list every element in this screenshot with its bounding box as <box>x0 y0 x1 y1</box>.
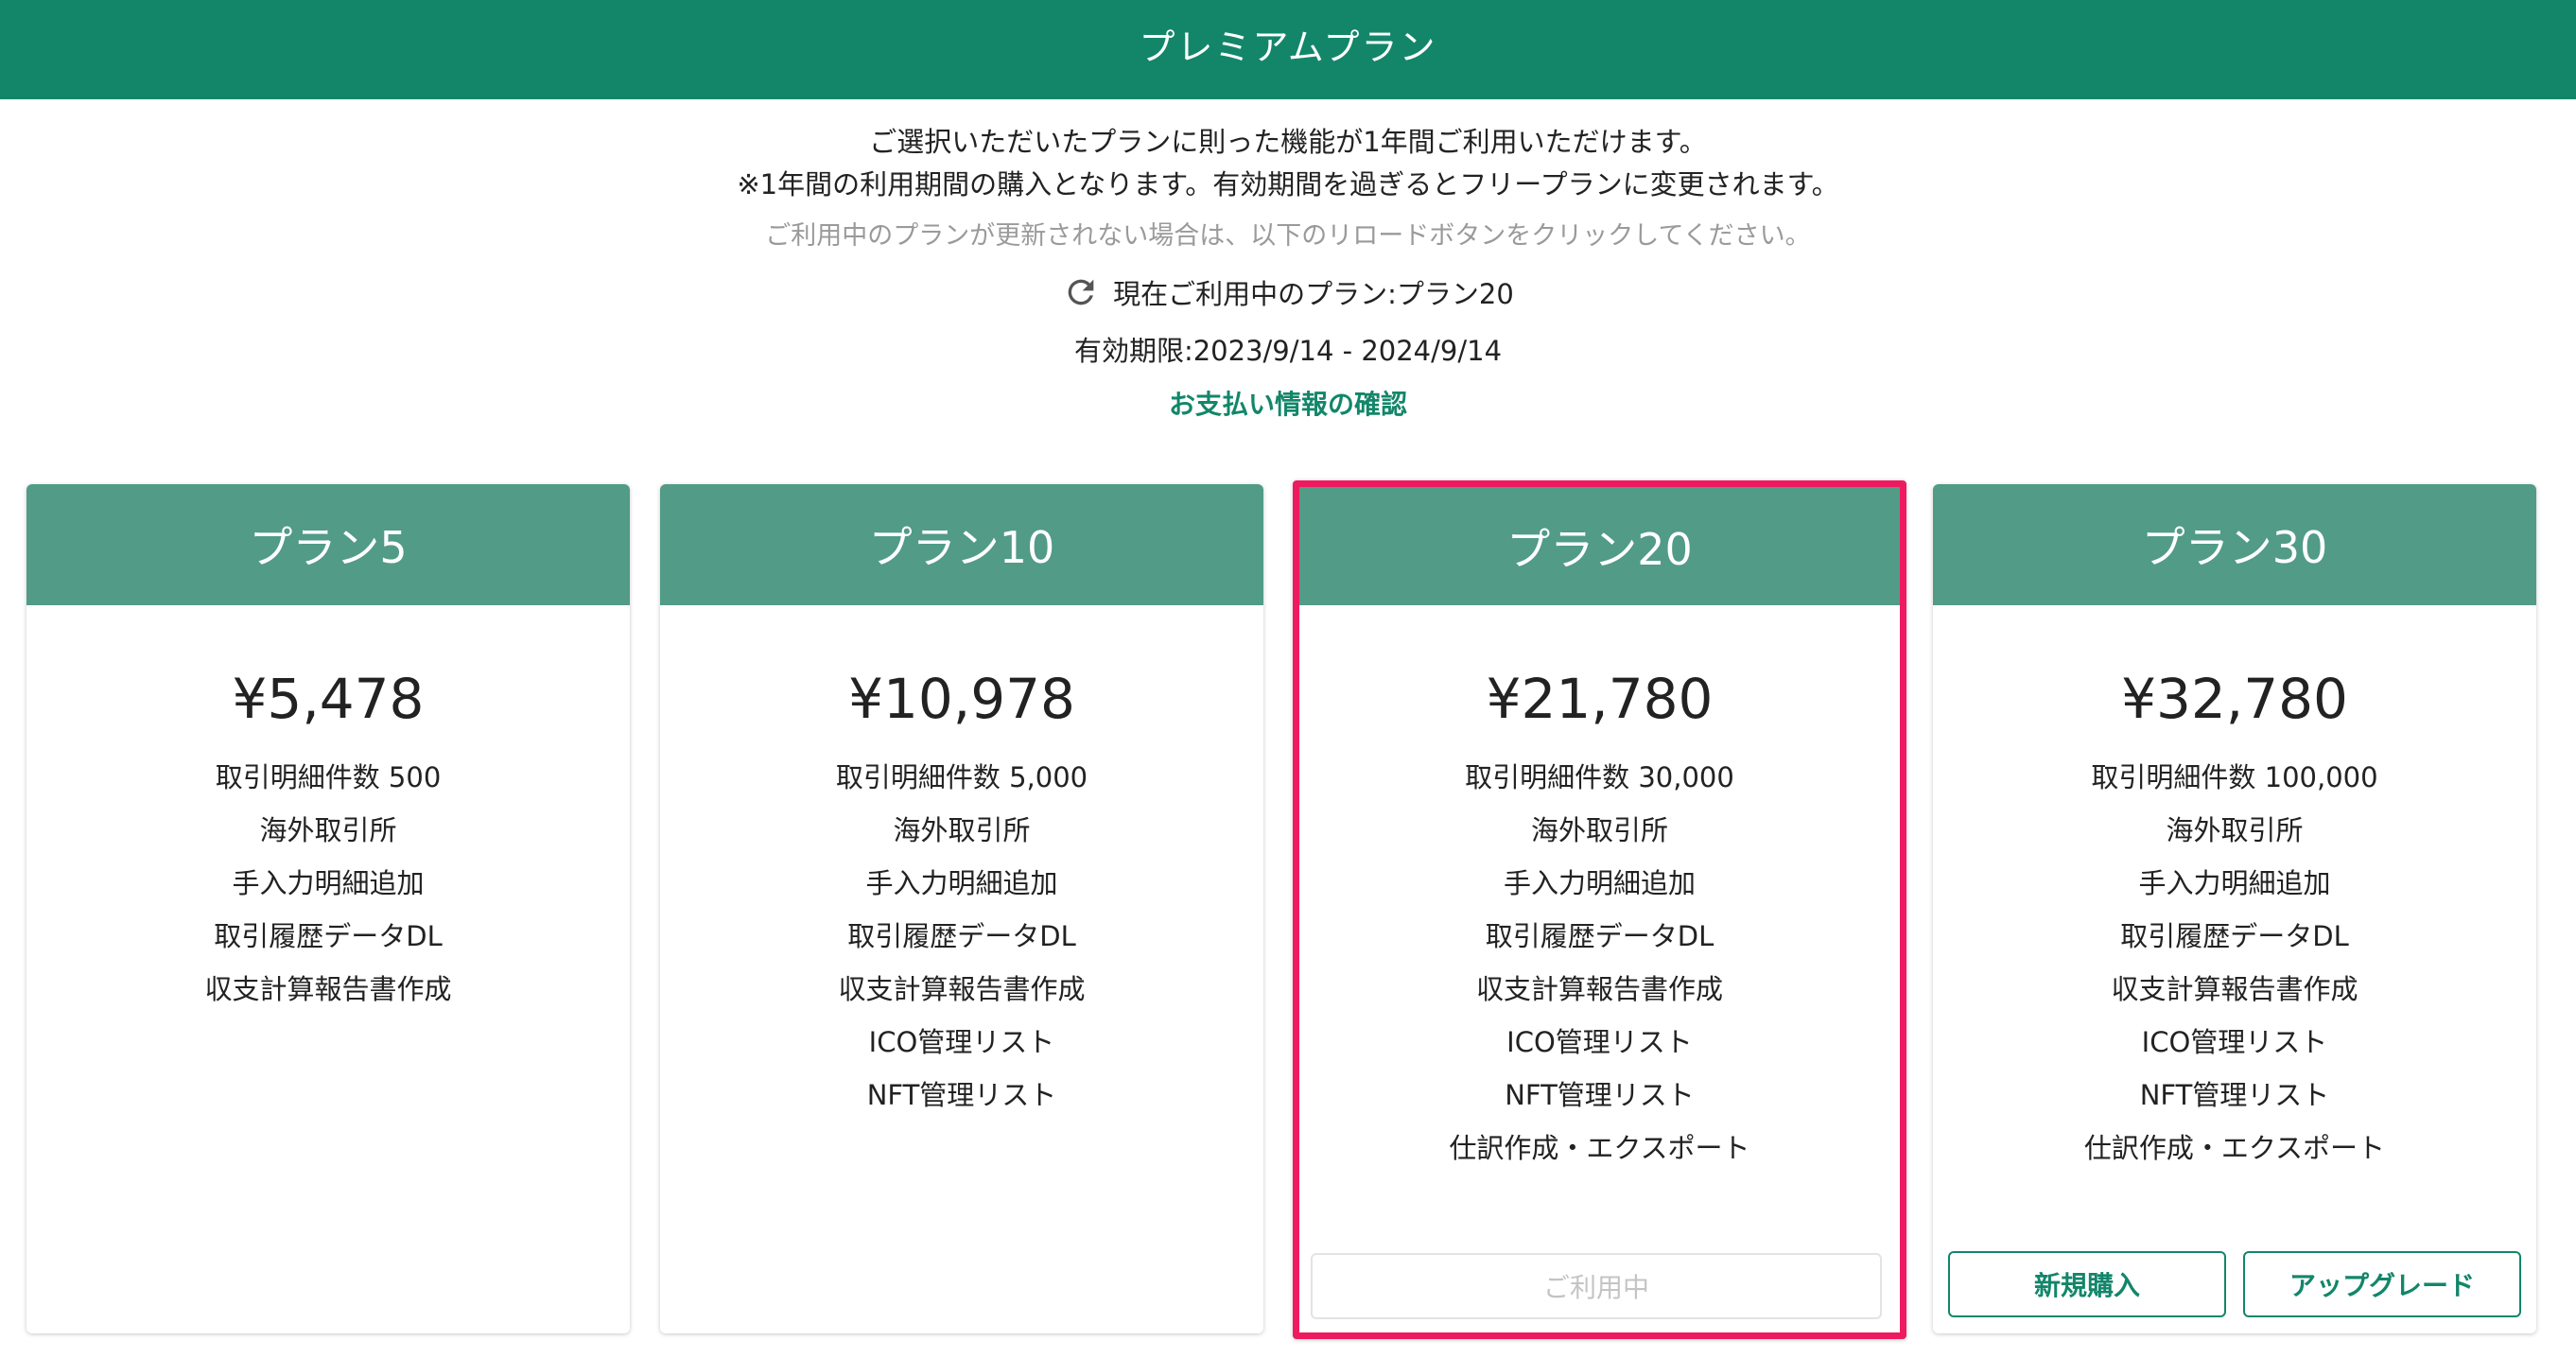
plan-card-5: プラン5 ¥5,478 取引明細件数 500 海外取引所 手入力明細追加 取引履… <box>26 484 630 1333</box>
feature-item: 取引履歴データDL <box>2120 920 2349 952</box>
plan-price: ¥21,780 <box>1486 667 1714 731</box>
feature-item: 海外取引所 <box>259 814 397 846</box>
feature-item: NFT管理リスト <box>1505 1079 1695 1111</box>
feature-item: 手入力明細追加 <box>2138 867 2331 899</box>
plan-price: ¥32,780 <box>2121 667 2348 731</box>
feature-item: 仕訳作成・エクスポート <box>2083 1132 2386 1164</box>
feature-item: ICO管理リスト <box>1506 1026 1693 1058</box>
feature-item: 手入力明細追加 <box>865 867 1058 899</box>
reload-hint: ご利用中のプランが更新されない場合は、以下のリロードボタンをクリックしてください… <box>765 221 1811 251</box>
plan-price: ¥5,478 <box>232 667 425 731</box>
feature-item: 収支計算報告書作成 <box>2111 973 2358 1005</box>
feature-item: 手入力明細追加 <box>1503 867 1696 899</box>
feature-item: ICO管理リスト <box>2141 1026 2328 1058</box>
plan-name: プラン30 <box>1933 484 2536 605</box>
plan-name: プラン5 <box>26 484 630 605</box>
feature-item: 取引履歴データDL <box>214 920 443 952</box>
feature-item: 海外取引所 <box>893 814 1031 846</box>
feature-item: 仕訳作成・エクスポート <box>1449 1132 1750 1164</box>
feature-item: 海外取引所 <box>2166 814 2304 846</box>
feature-item: 海外取引所 <box>1530 814 1668 846</box>
feature-list: 取引明細件数 500 海外取引所 手入力明細追加 取引履歴データDL 収支計算報… <box>26 751 630 1016</box>
plan-name: プラン20 <box>1299 487 1900 605</box>
reload-icon[interactable] <box>1062 273 1100 311</box>
in-use-button: ご利用中 <box>1311 1253 1882 1319</box>
plan-price: ¥10,978 <box>848 667 1075 731</box>
plan-card-10: プラン10 ¥10,978 取引明細件数 5,000 海外取引所 手入力明細追加… <box>660 484 1263 1333</box>
feature-item: 取引明細件数 500 <box>215 761 442 793</box>
feature-item: 収支計算報告書作成 <box>838 973 1086 1005</box>
top-bar: プレミアムプラン <box>0 0 2576 99</box>
upgrade-button[interactable]: アップグレード <box>2243 1251 2521 1317</box>
current-plan-text: 現在ご利用中のプラン:プラン20 <box>1113 278 1514 310</box>
feature-item: ICO管理リスト <box>868 1026 1055 1058</box>
feature-item: NFT管理リスト <box>2139 1079 2330 1111</box>
feature-list: 取引明細件数 5,000 海外取引所 手入力明細追加 取引履歴データDL 収支計… <box>660 751 1263 1122</box>
expiry-date: 有効期限:2023/9/14 - 2024/9/14 <box>1073 335 1503 367</box>
info-line-1: ご選択いただいたプランに則った機能が1年間ご利用いただけます。 <box>869 126 1707 158</box>
feature-item: 手入力明細追加 <box>232 867 425 899</box>
page-title: プレミアムプラン <box>1139 26 1437 68</box>
plan-card-30: プラン30 ¥32,780 取引明細件数 100,000 海外取引所 手入力明細… <box>1933 484 2536 1333</box>
feature-item: 収支計算報告書作成 <box>204 973 452 1005</box>
info-line-2: ※1年間の利用期間の購入となります。有効期間を過ぎるとフリープランに変更されます… <box>737 168 1839 200</box>
feature-item: 取引明細件数 5,000 <box>835 761 1088 793</box>
plan-info: ご選択いただいたプランに則った機能が1年間ご利用いただけます。 ※1年間の利用期… <box>0 121 2576 427</box>
plan-name: プラン10 <box>660 484 1263 605</box>
billing-info-link[interactable]: お支払い情報の確認 <box>0 382 2576 427</box>
new-purchase-button[interactable]: 新規購入 <box>1948 1251 2226 1317</box>
feature-item: 収支計算報告書作成 <box>1475 973 1723 1005</box>
plan-card-20: プラン20 ¥21,780 取引明細件数 30,000 海外取引所 手入力明細追… <box>1293 480 1906 1339</box>
feature-list: 取引明細件数 100,000 海外取引所 手入力明細追加 取引履歴データDL 収… <box>1933 751 2536 1175</box>
feature-item: 取引履歴データDL <box>1485 920 1714 952</box>
feature-item: 取引履歴データDL <box>847 920 1076 952</box>
feature-item: 取引明細件数 100,000 <box>2091 761 2378 793</box>
feature-list: 取引明細件数 30,000 海外取引所 手入力明細追加 取引履歴データDL 収支… <box>1299 751 1900 1175</box>
current-plan-row: 現在ご利用中のプラン:プラン20 <box>0 269 2576 316</box>
feature-item: NFT管理リスト <box>866 1079 1057 1111</box>
feature-item: 取引明細件数 30,000 <box>1465 761 1734 793</box>
